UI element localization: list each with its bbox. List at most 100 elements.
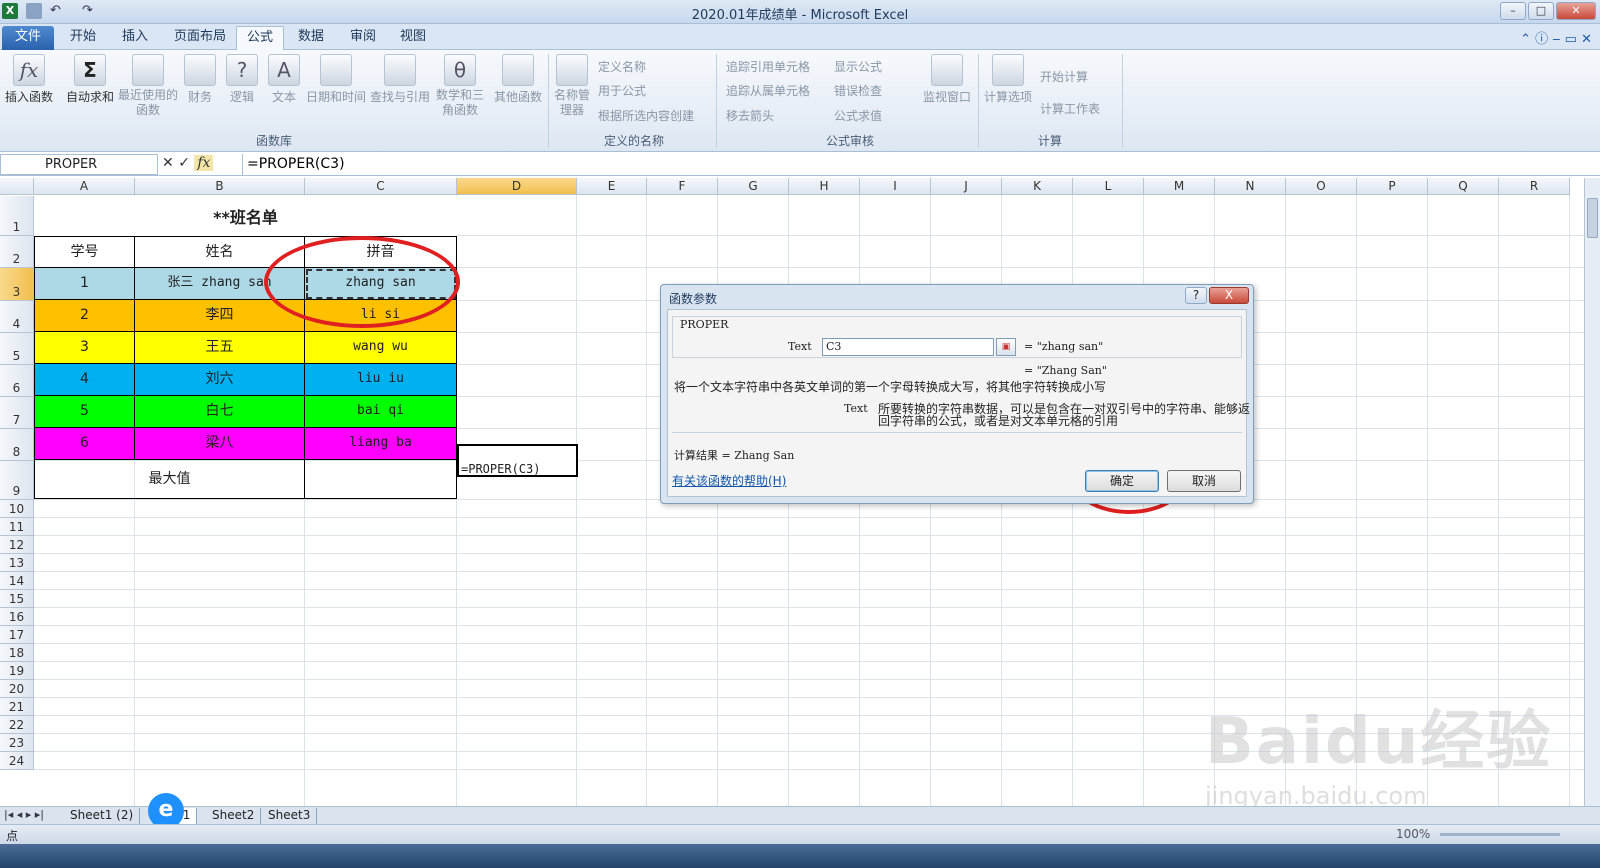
- table-row-pinyin[interactable]: liu iu: [305, 364, 457, 396]
- dialog-help-button[interactable]: ?: [1185, 287, 1207, 304]
- close-button[interactable]: ✕: [1556, 2, 1596, 20]
- row-header-18[interactable]: 18: [0, 644, 34, 662]
- row-header-13[interactable]: 13: [0, 554, 34, 572]
- insert-function-button[interactable]: fx 插入函数: [4, 54, 54, 105]
- calc-sheet-button[interactable]: 计算工作表: [1040, 100, 1100, 117]
- row-header-11[interactable]: 11: [0, 518, 34, 536]
- column-header-m[interactable]: M: [1144, 178, 1215, 195]
- formula-input[interactable]: =PROPER(C3): [242, 154, 1584, 175]
- row-header-19[interactable]: 19: [0, 662, 34, 680]
- sheet-tab-sheet3[interactable]: Sheet3: [262, 808, 318, 824]
- minimize-button[interactable]: –: [1500, 2, 1526, 20]
- vertical-scrollbar[interactable]: [1584, 178, 1600, 806]
- row-header-14[interactable]: 14: [0, 572, 34, 590]
- column-header-l[interactable]: L: [1073, 178, 1144, 195]
- table-row-id[interactable]: 4: [34, 364, 135, 396]
- show-formulas-button[interactable]: 显示公式: [834, 58, 882, 75]
- cancel-button[interactable]: 取消: [1167, 470, 1241, 492]
- trace-dependents-button[interactable]: 追踪从属单元格: [726, 82, 810, 99]
- table-row-name[interactable]: 王五: [135, 332, 305, 364]
- datetime-button[interactable]: 日期和时间: [304, 54, 368, 105]
- header-id[interactable]: 学号: [34, 236, 135, 268]
- other-functions-button[interactable]: 其他函数: [492, 54, 544, 105]
- table-row-id[interactable]: 6: [34, 428, 135, 460]
- row-header-24[interactable]: 24: [0, 752, 34, 770]
- table-row-id[interactable]: 3: [34, 332, 135, 364]
- error-check-button[interactable]: 错误检查: [834, 82, 882, 99]
- row-header-1[interactable]: 1: [0, 196, 34, 236]
- help-icon[interactable]: ⌃ ⓘ ‒ ▭ ✕: [1520, 28, 1592, 47]
- collapse-dialog-icon[interactable]: ▣: [996, 338, 1016, 356]
- column-header-p[interactable]: P: [1357, 178, 1428, 195]
- table-row-id[interactable]: 1: [34, 268, 135, 300]
- zoom-slider[interactable]: [1440, 833, 1560, 836]
- row-header-3[interactable]: 3: [0, 268, 34, 301]
- calc-options-button[interactable]: 计算选项: [982, 54, 1034, 105]
- column-header-b[interactable]: B: [135, 178, 305, 195]
- lookup-button[interactable]: 查找与引用: [370, 54, 430, 105]
- sheet-tab-sheet1-2[interactable]: Sheet1 (2): [64, 808, 141, 824]
- calc-now-button[interactable]: 开始计算: [1040, 68, 1088, 85]
- zoom-level[interactable]: 100%: [1396, 827, 1430, 841]
- column-header-q[interactable]: Q: [1428, 178, 1499, 195]
- use-in-formula-button[interactable]: 用于公式: [598, 82, 646, 99]
- finance-button[interactable]: 财务: [182, 54, 218, 105]
- logic-button[interactable]: ? 逻辑: [224, 54, 260, 105]
- column-header-k[interactable]: K: [1002, 178, 1073, 195]
- table-title[interactable]: **班名单: [34, 196, 457, 236]
- max-value-cell[interactable]: [305, 460, 457, 499]
- name-manager-button[interactable]: 名称管理器: [554, 54, 590, 118]
- table-row-id[interactable]: 5: [34, 396, 135, 428]
- table-row-pinyin[interactable]: liang ba: [305, 428, 457, 460]
- column-header-d[interactable]: D: [457, 178, 577, 195]
- max-label[interactable]: 最大值: [34, 460, 305, 499]
- tab-home[interactable]: 开始: [60, 26, 106, 50]
- sheet-nav-arrows-icon[interactable]: |◂ ◂ ▸ ▸|: [4, 808, 44, 821]
- trace-precedents-button[interactable]: 追踪引用单元格: [726, 58, 810, 75]
- row-header-10[interactable]: 10: [0, 500, 34, 518]
- row-header-9[interactable]: 9: [0, 461, 34, 500]
- tab-file[interactable]: 文件: [2, 26, 54, 50]
- sheet-tab-sheet2[interactable]: Sheet2: [206, 808, 262, 824]
- watch-window-button[interactable]: 监视窗口: [918, 54, 976, 105]
- enter-icon[interactable]: ✓: [178, 155, 190, 171]
- text-button[interactable]: A 文本: [266, 54, 302, 105]
- table-row-name[interactable]: 白七: [135, 396, 305, 428]
- tab-data[interactable]: 数据: [288, 26, 334, 50]
- column-header-g[interactable]: G: [718, 178, 789, 195]
- row-header-20[interactable]: 20: [0, 680, 34, 698]
- tab-page-layout[interactable]: 页面布局: [164, 26, 236, 50]
- row-header-15[interactable]: 15: [0, 590, 34, 608]
- dialog-close-button[interactable]: X: [1209, 287, 1249, 304]
- tab-review[interactable]: 审阅: [340, 26, 386, 50]
- row-header-16[interactable]: 16: [0, 608, 34, 626]
- tab-view[interactable]: 视图: [390, 26, 436, 50]
- row-header-7[interactable]: 7: [0, 397, 34, 429]
- row-header-12[interactable]: 12: [0, 536, 34, 554]
- column-header-e[interactable]: E: [577, 178, 647, 195]
- column-header-j[interactable]: J: [931, 178, 1002, 195]
- row-header-5[interactable]: 5: [0, 333, 34, 365]
- table-row-pinyin[interactable]: bai qi: [305, 396, 457, 428]
- row-header-2[interactable]: 2: [0, 236, 34, 268]
- ok-button[interactable]: 确定: [1085, 470, 1159, 492]
- evaluate-formula-button[interactable]: 公式求值: [834, 107, 882, 124]
- column-header-i[interactable]: I: [860, 178, 931, 195]
- row-header-4[interactable]: 4: [0, 301, 34, 333]
- column-header-o[interactable]: O: [1286, 178, 1357, 195]
- column-header-r[interactable]: R: [1499, 178, 1570, 195]
- math-button[interactable]: θ 数学和三角函数: [434, 54, 486, 118]
- row-header-6[interactable]: 6: [0, 365, 34, 397]
- autosum-button[interactable]: Σ 自动求和: [64, 54, 116, 105]
- active-cell-d3[interactable]: =PROPER(C3): [457, 444, 578, 477]
- define-name-button[interactable]: 定义名称: [598, 58, 646, 75]
- row-header-23[interactable]: 23: [0, 734, 34, 752]
- tab-insert[interactable]: 插入: [112, 26, 158, 50]
- cancel-icon[interactable]: ✕: [162, 155, 174, 171]
- create-from-selection-button[interactable]: 根据所选内容创建: [598, 107, 694, 124]
- table-row-pinyin[interactable]: wang wu: [305, 332, 457, 364]
- name-box[interactable]: PROPER: [0, 154, 158, 175]
- function-help-link[interactable]: 有关该函数的帮助(H): [672, 472, 786, 489]
- row-header-17[interactable]: 17: [0, 626, 34, 644]
- recent-functions-button[interactable]: 最近使用的函数: [118, 54, 178, 118]
